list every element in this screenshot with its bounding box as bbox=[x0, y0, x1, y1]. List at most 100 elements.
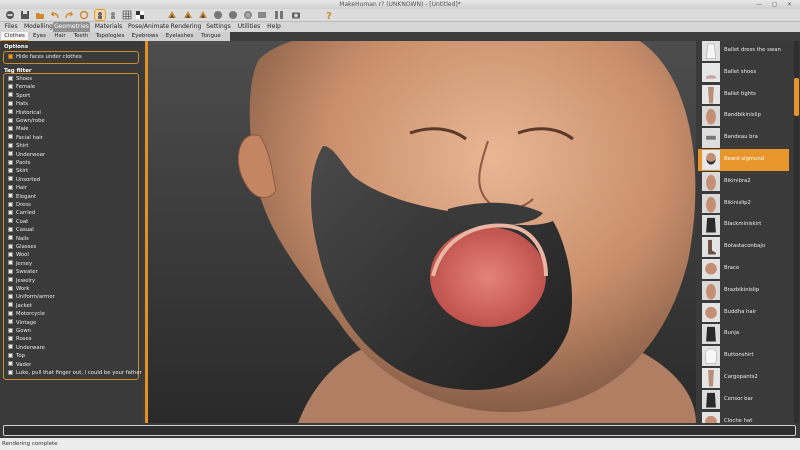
tag-checkbox[interactable] bbox=[8, 369, 13, 375]
tag-checkbox[interactable] bbox=[8, 83, 13, 89]
tag-checkbox[interactable] bbox=[8, 285, 13, 291]
tag-checkbox[interactable] bbox=[8, 319, 13, 325]
subtab-hair[interactable]: Hair bbox=[51, 32, 69, 41]
subtab-tongue[interactable]: Tongue bbox=[198, 32, 224, 41]
right-view-icon[interactable] bbox=[257, 10, 267, 20]
clothes-item[interactable]: Cloche hat bbox=[698, 411, 789, 423]
tag-checkbox[interactable] bbox=[8, 352, 13, 358]
tag-filter-item[interactable]: Glasses bbox=[8, 243, 36, 251]
tab-modelling[interactable]: Modelling bbox=[24, 22, 53, 32]
tag-filter-item[interactable]: Work bbox=[8, 285, 29, 293]
tab-pose-animate[interactable]: Pose/Animate bbox=[128, 22, 169, 32]
tag-checkbox[interactable] bbox=[8, 184, 13, 190]
clothes-item[interactable]: Brazbikinislip bbox=[698, 280, 789, 302]
tag-filter-item[interactable]: Hair bbox=[8, 184, 27, 192]
tag-filter-item[interactable]: Coat bbox=[8, 218, 28, 226]
tag-filter-item[interactable]: Historical bbox=[8, 109, 41, 117]
tag-checkbox[interactable] bbox=[8, 100, 13, 106]
clothes-item[interactable]: Beard sigmund bbox=[698, 149, 789, 171]
tag-filter-item[interactable]: Elegant bbox=[8, 193, 36, 201]
tag-filter-item[interactable]: Skirt bbox=[8, 167, 28, 175]
clothes-item[interactable]: Blackminiskirt bbox=[698, 214, 789, 236]
hide-faces-option[interactable]: Hide faces under clothes bbox=[8, 53, 82, 61]
tag-checkbox[interactable] bbox=[8, 117, 13, 123]
tab-help[interactable]: Help bbox=[265, 22, 283, 32]
redo-icon[interactable] bbox=[64, 10, 74, 20]
tag-filter-item[interactable]: Carried bbox=[8, 209, 35, 217]
checker-icon[interactable] bbox=[135, 10, 145, 20]
tag-filter-item[interactable]: Male bbox=[8, 125, 29, 133]
window-controls[interactable]: — ◻ ✕ bbox=[756, 0, 796, 9]
wireframe-icon[interactable] bbox=[94, 9, 106, 21]
tag-filter-item[interactable]: Facial hair bbox=[8, 134, 43, 142]
tab-geometries[interactable]: Geometries bbox=[53, 22, 90, 32]
clothes-item[interactable]: Bikinibra2 bbox=[698, 171, 789, 193]
tag-filter-item[interactable]: Jewelry bbox=[8, 277, 35, 285]
help-icon[interactable]: ? bbox=[324, 10, 334, 20]
3d-viewport[interactable] bbox=[148, 41, 696, 423]
tag-checkbox[interactable] bbox=[8, 209, 13, 215]
left-view-icon[interactable] bbox=[243, 10, 253, 20]
undo-icon[interactable] bbox=[50, 10, 60, 20]
tag-checkbox[interactable] bbox=[8, 201, 13, 207]
tag-checkbox[interactable] bbox=[8, 226, 13, 232]
front-view-icon[interactable] bbox=[167, 10, 177, 20]
tag-checkbox[interactable] bbox=[8, 75, 13, 81]
tag-filter-item[interactable]: Female bbox=[8, 83, 35, 91]
hide-faces-checkbox[interactable] bbox=[8, 53, 13, 59]
tag-checkbox[interactable] bbox=[8, 193, 13, 199]
save-icon[interactable] bbox=[20, 10, 30, 20]
subtab-eyebrows[interactable]: Eyebrows bbox=[130, 32, 160, 41]
tag-filter-item[interactable]: Sport bbox=[8, 92, 30, 100]
tag-filter-item[interactable]: Uniform/armor bbox=[8, 293, 55, 301]
smooth-icon[interactable] bbox=[108, 10, 118, 20]
subtab-eyes[interactable]: Eyes bbox=[30, 32, 49, 41]
clothes-item[interactable]: Bikinislip2 bbox=[698, 193, 789, 215]
tag-checkbox[interactable] bbox=[8, 243, 13, 249]
tag-filter-item[interactable]: Motorcycle bbox=[8, 310, 45, 318]
tag-filter-item[interactable]: Shirt bbox=[8, 142, 28, 150]
tag-checkbox[interactable] bbox=[8, 151, 13, 157]
clothes-item[interactable]: Censor bar bbox=[698, 389, 789, 411]
tag-filter-item[interactable]: Vintage bbox=[8, 319, 36, 327]
tag-checkbox[interactable] bbox=[8, 302, 13, 308]
tag-checkbox[interactable] bbox=[8, 277, 13, 283]
tag-filter-item[interactable]: Luke, pull that finger out, i could be y… bbox=[8, 369, 142, 377]
exit-icon[interactable] bbox=[5, 10, 15, 20]
tag-filter-item[interactable]: Wool bbox=[8, 251, 29, 259]
tag-checkbox[interactable] bbox=[8, 159, 13, 165]
reset-camera-icon[interactable] bbox=[274, 10, 284, 20]
tag-checkbox[interactable] bbox=[8, 268, 13, 274]
tag-filter-item[interactable]: Dress bbox=[8, 201, 31, 209]
tab-utilities[interactable]: Utilities bbox=[235, 22, 263, 32]
tag-checkbox[interactable] bbox=[8, 344, 13, 350]
tag-checkbox[interactable] bbox=[8, 134, 13, 140]
tag-filter-item[interactable]: Underwear bbox=[8, 151, 45, 159]
tag-filter-item[interactable]: Gown bbox=[8, 327, 31, 335]
subtab-teeth[interactable]: Teeth bbox=[71, 32, 91, 41]
tag-checkbox[interactable] bbox=[8, 310, 13, 316]
clothes-item[interactable]: Bunja bbox=[698, 323, 789, 345]
clothes-item[interactable]: Ballet tights bbox=[698, 84, 789, 106]
tag-filter-item[interactable]: Top bbox=[8, 352, 25, 360]
scrollbar-handle[interactable] bbox=[794, 78, 799, 116]
tag-filter-item[interactable]: Roses bbox=[8, 335, 31, 343]
tag-checkbox[interactable] bbox=[8, 335, 13, 341]
tag-checkbox[interactable] bbox=[8, 260, 13, 266]
tag-checkbox[interactable] bbox=[8, 125, 13, 131]
top-view-icon[interactable] bbox=[213, 10, 223, 20]
tab-materials[interactable]: Materials bbox=[94, 22, 123, 32]
tag-filter-item[interactable]: Pants bbox=[8, 159, 30, 167]
tag-filter-item[interactable]: Jacket bbox=[8, 302, 32, 310]
subtab-eyelashes[interactable]: Eyelashes bbox=[163, 32, 196, 41]
tag-filter-item[interactable]: Gown/robe bbox=[8, 117, 45, 125]
load-icon[interactable] bbox=[35, 10, 45, 20]
subtab-clothes[interactable]: Clothes bbox=[1, 32, 28, 41]
tag-checkbox[interactable] bbox=[8, 176, 13, 182]
tag-checkbox[interactable] bbox=[8, 218, 13, 224]
bottom-view-icon[interactable] bbox=[228, 10, 238, 20]
clothes-item[interactable]: Botastaconbajo bbox=[698, 236, 789, 258]
clothes-item[interactable]: Ballet shoes bbox=[698, 62, 789, 84]
screenshot-icon[interactable] bbox=[291, 10, 301, 20]
clothes-item[interactable]: Bandeau bra bbox=[698, 127, 789, 149]
